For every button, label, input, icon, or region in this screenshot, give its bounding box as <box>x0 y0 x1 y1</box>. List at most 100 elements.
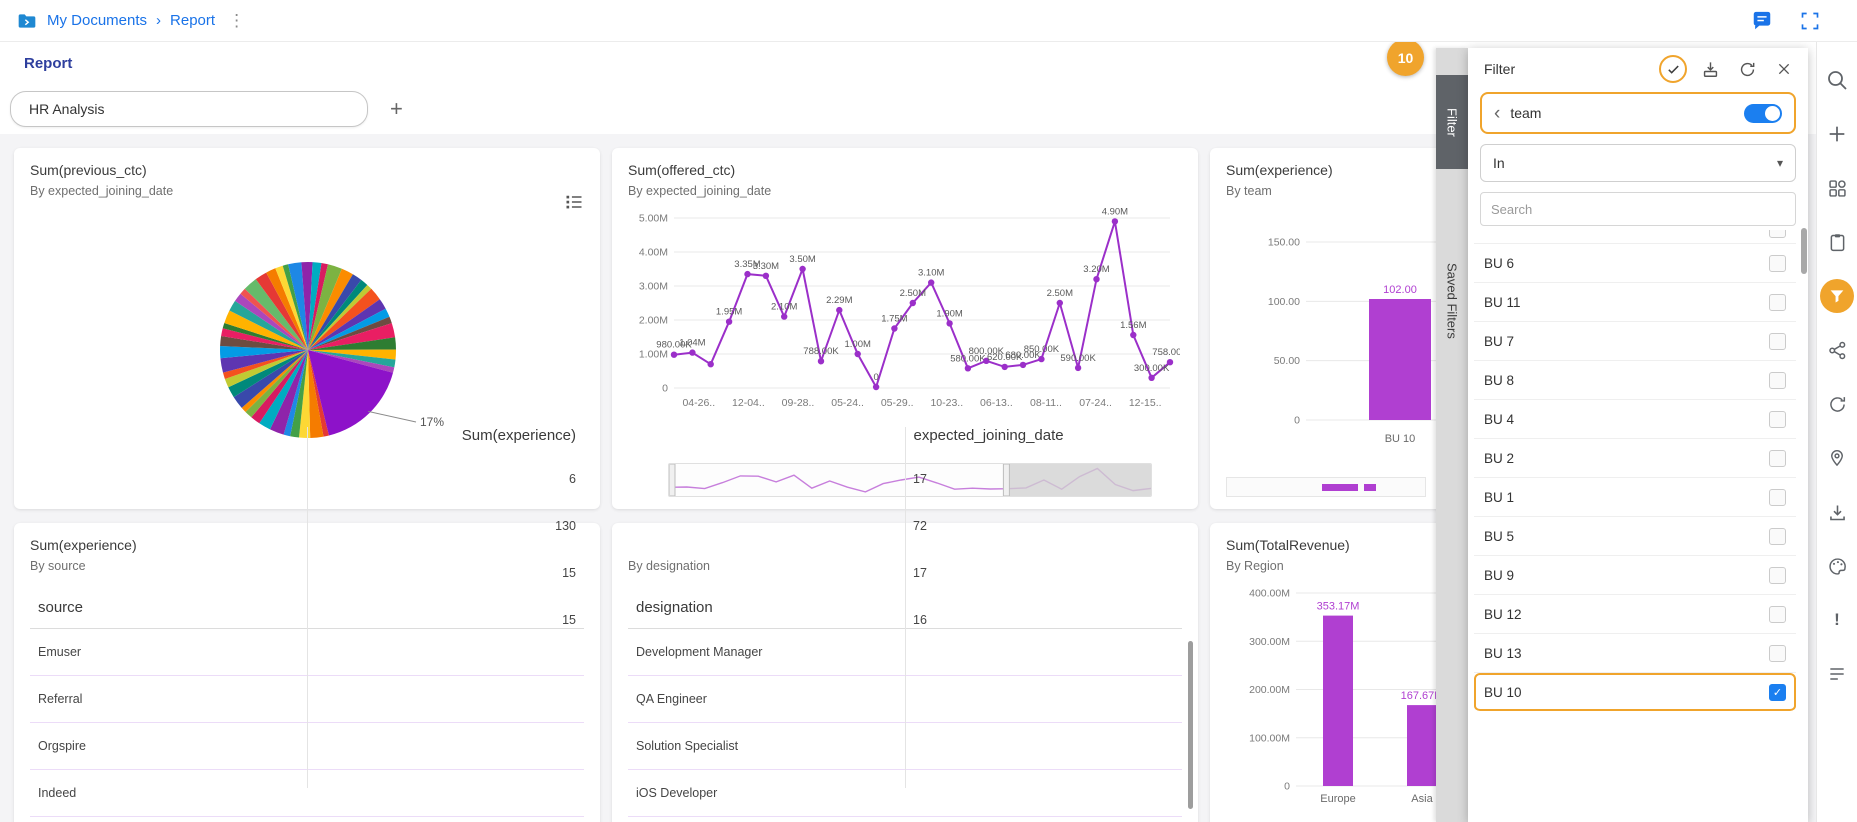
search-input[interactable] <box>1491 202 1785 217</box>
filter-item-bu-12[interactable]: BU 12 <box>1474 595 1796 634</box>
filter-item-bu-1[interactable]: BU 1 <box>1474 478 1796 517</box>
table-header[interactable]: source <box>30 599 307 616</box>
table-cell: QA Engineer <box>628 692 905 706</box>
checkbox-icon[interactable] <box>1769 372 1786 389</box>
breadcrumb-separator-icon: › <box>156 12 161 29</box>
svg-text:4.90M: 4.90M <box>1102 206 1128 217</box>
widget-designation-table: By designation designationexpected_joini… <box>612 523 1198 822</box>
kebab-menu-icon[interactable]: ⋮ <box>228 11 245 31</box>
clipboard-icon[interactable] <box>1825 230 1849 254</box>
checkbox-icon[interactable] <box>1769 567 1786 584</box>
filter-item-bu-4[interactable]: BU 4 <box>1474 400 1796 439</box>
notes-icon[interactable] <box>1825 662 1849 686</box>
svg-text:200.00M: 200.00M <box>1249 684 1290 696</box>
filter-field-team[interactable]: ‹ team <box>1480 92 1796 134</box>
download-icon[interactable] <box>1825 500 1849 524</box>
add-tab-button[interactable]: + <box>390 98 403 120</box>
checkbox-icon[interactable] <box>1769 230 1786 238</box>
range-selector[interactable] <box>1226 477 1426 497</box>
svg-text:2.10M: 2.10M <box>771 302 797 313</box>
svg-text:300.00M: 300.00M <box>1249 636 1290 648</box>
designation-table: designationexpected_joining_dateDevelopm… <box>628 587 1182 817</box>
filter-item-bu-8[interactable]: BU 8 <box>1474 361 1796 400</box>
comment-icon[interactable] <box>1751 10 1773 32</box>
svg-text:0: 0 <box>873 372 878 383</box>
svg-text:100.00M: 100.00M <box>1249 732 1290 744</box>
widget-subtitle: By expected_joining_date <box>628 184 1182 198</box>
filter-item-bu-11[interactable]: BU 11 <box>1474 283 1796 322</box>
filter-item-label: BU 11 <box>1484 295 1769 310</box>
fullscreen-icon[interactable] <box>1799 10 1821 32</box>
table-header[interactable]: designation <box>628 599 905 616</box>
filter-item-bu-6[interactable]: BU 6 <box>1474 244 1796 283</box>
filter-item-bu-10[interactable]: BU 10✓ <box>1474 673 1796 712</box>
panel-scrollbar[interactable] <box>1801 228 1807 274</box>
checkbox-icon[interactable] <box>1769 450 1786 467</box>
refresh-filter-icon[interactable] <box>1733 55 1761 83</box>
svg-text:2.29M: 2.29M <box>826 295 852 306</box>
filter-item-label: BU 4 <box>1484 412 1769 427</box>
source-table: sourceSum(experience)Emuser6Referral130O… <box>30 587 584 817</box>
line-chart[interactable]: 5.00M4.00M3.00M2.00M1.00M0980.00K1.04M1.… <box>628 200 1182 419</box>
filter-item-label: BU 2 <box>1484 451 1769 466</box>
filter-item-bu-7[interactable]: BU 7 <box>1474 322 1796 361</box>
location-icon[interactable] <box>1825 446 1849 470</box>
table-row[interactable]: Indeed15 <box>30 770 584 817</box>
svg-text:08-11..: 08-11.. <box>1030 397 1062 409</box>
svg-text:2.50M: 2.50M <box>1047 288 1073 299</box>
add-icon[interactable] <box>1825 122 1849 146</box>
svg-text:400.00M: 400.00M <box>1249 588 1290 600</box>
svg-text:06-13..: 06-13.. <box>980 397 1013 409</box>
svg-text:2.50M: 2.50M <box>900 288 926 299</box>
svg-text:5.00M: 5.00M <box>639 213 668 225</box>
back-chevron-icon[interactable]: ‹ <box>1494 104 1500 123</box>
breadcrumb-report[interactable]: Report <box>170 12 215 29</box>
checkbox-icon[interactable] <box>1769 294 1786 311</box>
tab-hr-analysis[interactable]: HR Analysis <box>10 91 368 127</box>
checkbox-icon[interactable] <box>1769 606 1786 623</box>
apply-filter-icon[interactable] <box>1659 55 1687 83</box>
search-icon[interactable] <box>1825 68 1849 92</box>
filter-item-bu-9[interactable]: BU 9 <box>1474 556 1796 595</box>
tab-filter-vertical[interactable]: Filter <box>1436 75 1468 169</box>
filter-item-bu-13[interactable]: BU 13 <box>1474 634 1796 673</box>
palette-icon[interactable] <box>1825 554 1849 578</box>
table-scrollbar[interactable] <box>1188 641 1193 809</box>
legend-icon[interactable] <box>564 192 584 217</box>
save-filter-icon[interactable] <box>1696 55 1724 83</box>
alert-icon[interactable]: ! <box>1825 608 1849 632</box>
checkbox-icon[interactable] <box>1769 333 1786 350</box>
svg-text:0: 0 <box>662 383 668 395</box>
svg-text:Europe: Europe <box>1320 793 1355 805</box>
filter-item-bu-5[interactable]: BU 5 <box>1474 517 1796 556</box>
svg-text:3.10M: 3.10M <box>918 268 944 279</box>
svg-text:1.95M: 1.95M <box>716 307 742 318</box>
checkbox-checked-icon[interactable]: ✓ <box>1769 684 1786 701</box>
widgets-icon[interactable] <box>1825 176 1849 200</box>
checkbox-icon[interactable] <box>1769 645 1786 662</box>
checkbox-icon[interactable] <box>1769 528 1786 545</box>
refresh-icon[interactable] <box>1825 392 1849 416</box>
svg-text:3.30M: 3.30M <box>753 261 779 272</box>
topbar: My Documents › Report ⋮ <box>0 0 1857 42</box>
operator-dropdown[interactable]: In ▾ <box>1480 144 1796 182</box>
svg-text:353.17M: 353.17M <box>1317 601 1360 613</box>
checkbox-icon[interactable] <box>1769 489 1786 506</box>
filter-item-partial <box>1474 230 1796 244</box>
checkbox-icon[interactable] <box>1769 255 1786 272</box>
filter-item-bu-2[interactable]: BU 2 <box>1474 439 1796 478</box>
folder-icon[interactable] <box>16 10 38 32</box>
filter-toggle[interactable] <box>1744 104 1782 123</box>
svg-text:05-24..: 05-24.. <box>831 397 864 409</box>
filter-panel: Filter ‹ team In ▾ BU 6BU 1 <box>1468 48 1808 822</box>
filter-item-label: BU 10 <box>1484 685 1769 700</box>
table-row[interactable]: iOS Developer16 <box>628 770 1182 817</box>
filter-icon[interactable] <box>1820 279 1854 313</box>
svg-text:50.00: 50.00 <box>1274 355 1300 367</box>
checkbox-icon[interactable] <box>1769 411 1786 428</box>
close-panel-icon[interactable] <box>1770 55 1798 83</box>
share-icon[interactable] <box>1825 338 1849 362</box>
tab-saved-filters-vertical[interactable]: Saved Filters <box>1436 240 1468 362</box>
breadcrumb-my-documents[interactable]: My Documents <box>47 12 147 29</box>
svg-text:100.00: 100.00 <box>1268 296 1300 308</box>
